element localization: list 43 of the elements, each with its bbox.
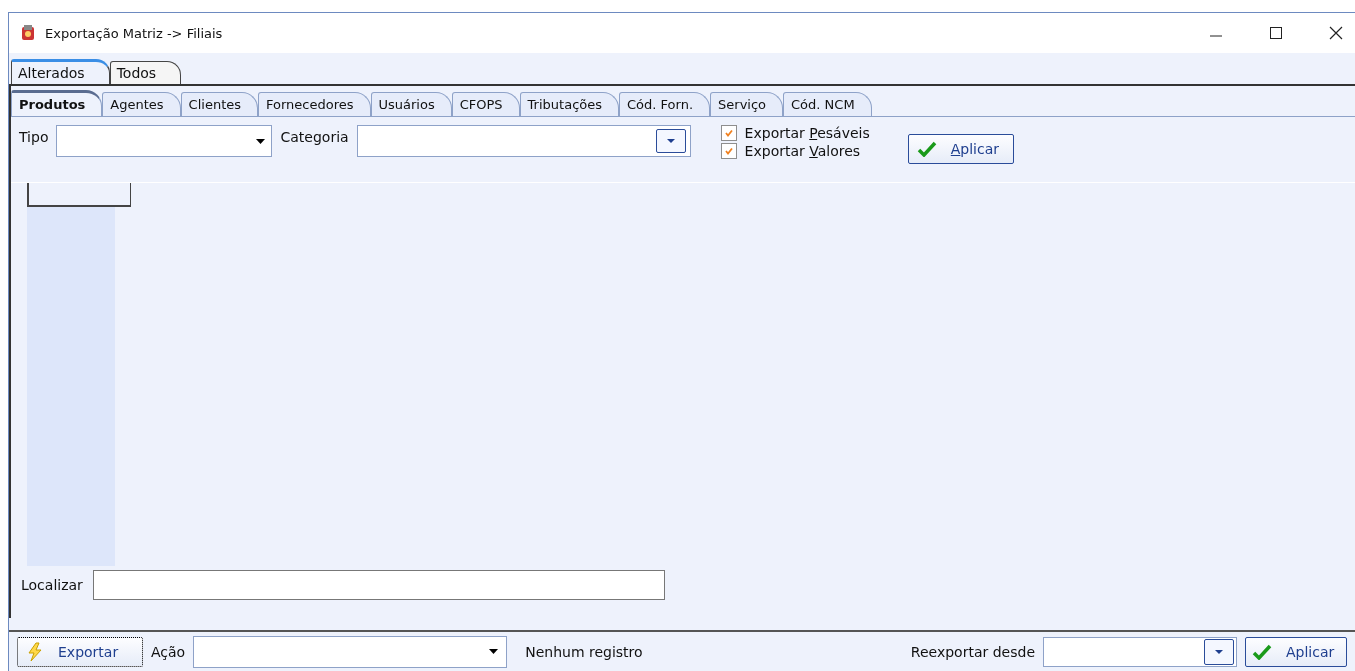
checkmark-icon xyxy=(1252,643,1272,660)
tab[interactable]: CFOPS xyxy=(451,92,520,116)
reexport-label: Reexportar desde xyxy=(910,642,1035,662)
caret-icon xyxy=(1215,649,1223,654)
tab[interactable]: Clientes xyxy=(180,92,258,116)
apply-button[interactable]: Aplicar xyxy=(1245,636,1347,667)
check-icon xyxy=(723,146,734,156)
export-button[interactable]: Exportar xyxy=(17,636,143,667)
date-dropdown[interactable] xyxy=(1043,636,1237,667)
tab[interactable]: Alterados xyxy=(11,59,110,84)
status-text: Nenhum registro xyxy=(525,642,643,662)
action-dropdown[interactable] xyxy=(193,635,508,668)
window-title: Exportação Matriz -> Filiais xyxy=(45,25,223,41)
tab[interactable]: Cód. Forn. xyxy=(619,92,711,116)
tab[interactable]: Cód. NCM xyxy=(783,92,872,116)
action-label: Ação xyxy=(151,642,186,662)
checkbox-label: Exportar Pesáveis xyxy=(744,125,870,141)
checkmark-icon xyxy=(916,141,937,157)
caret-icon xyxy=(489,649,499,654)
tab[interactable]: Todos xyxy=(109,61,182,84)
check-icon xyxy=(723,128,734,138)
maximize-icon[interactable] xyxy=(1269,26,1283,40)
category-dropdown[interactable] xyxy=(356,125,691,157)
search-label: Localizar xyxy=(21,576,83,595)
type-label: Tipo xyxy=(19,128,49,147)
caret-icon xyxy=(666,139,675,143)
apply-button[interactable]: Aplicar xyxy=(907,134,1014,164)
caret-icon xyxy=(256,138,266,144)
type-dropdown[interactable] xyxy=(56,125,273,157)
tab[interactable]: Serviço xyxy=(710,92,784,116)
tab[interactable]: Produtos xyxy=(11,90,103,116)
checkbox[interactable] xyxy=(720,143,737,159)
tab[interactable]: Usuários xyxy=(370,92,452,116)
search-field[interactable] xyxy=(92,570,665,600)
tab[interactable]: Agentes xyxy=(102,92,181,116)
lightning-icon xyxy=(26,641,44,662)
checkbox-label: Exportar Valores xyxy=(744,143,861,159)
tab[interactable]: Fornecedores xyxy=(258,92,371,116)
category-label: Categoria xyxy=(280,128,349,147)
checkbox[interactable] xyxy=(720,125,737,141)
tab[interactable]: Tributações xyxy=(519,92,619,116)
close-icon[interactable] xyxy=(1329,26,1343,40)
app-icon xyxy=(19,24,37,42)
